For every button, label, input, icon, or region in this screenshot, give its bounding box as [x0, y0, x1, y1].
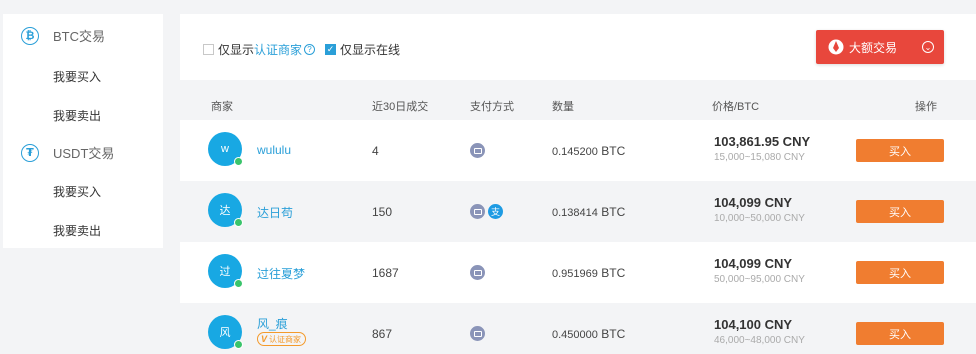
merchant-name[interactable]: 达日苟: [257, 204, 293, 221]
quantity-value: 0.138414: [552, 207, 598, 219]
price: 104,099 CNY: [714, 256, 793, 271]
sidebar-group-label: USDT交易: [53, 146, 115, 161]
avatar-initial: 风: [219, 327, 231, 339]
price: 103,861.95 CNY: [714, 134, 811, 149]
header-action: 操作: [915, 101, 937, 113]
buy-button[interactable]: 买入: [856, 261, 944, 284]
payment-methods: [470, 143, 485, 158]
big-trade-label: 大额交易: [849, 40, 898, 55]
sidebar: ₿ BTC交易 我要买入 我要卖出 ₮ USDT交易 我要买入 我要卖出: [3, 14, 163, 248]
sidebar-item-usdt-sell[interactable]: 我要卖出: [53, 222, 101, 239]
quantity: 0.951969 BTC: [552, 266, 625, 280]
online-filter-label: 仅显示在线: [340, 43, 401, 57]
table-row: 达 达日苟 150 支 0.138414 BTC 104,099 CNY 10,…: [180, 181, 976, 242]
table-row: 过 过往夏梦 1687 0.951969 BTC 104,099 CNY 50,…: [180, 242, 976, 303]
header-quantity: 数量: [552, 101, 574, 113]
bank-card-icon: [470, 326, 485, 341]
online-status-icon: [234, 157, 243, 166]
merchant-name[interactable]: wululu: [257, 143, 291, 157]
quantity-unit: BTC: [601, 266, 626, 280]
payment-methods: [470, 265, 485, 280]
quantity-value: 0.450000: [552, 329, 598, 341]
online-checkbox[interactable]: ✓: [325, 44, 336, 55]
header-price: 价格/BTC: [712, 101, 760, 113]
volume-30d: 4: [372, 144, 379, 158]
quantity-unit: BTC: [601, 205, 626, 219]
quantity-unit: BTC: [601, 144, 626, 158]
quantity-value: 0.145200: [552, 146, 598, 158]
quantity-unit: BTC: [601, 327, 626, 341]
table-row: 风 风_痕 V 认证商家 867 0.450000 BTC 104,100 CN…: [180, 303, 976, 354]
price: 104,099 CNY: [714, 195, 793, 210]
bank-card-icon: [470, 265, 485, 280]
avatar[interactable]: 达: [208, 193, 243, 227]
header-payment: 支付方式: [470, 101, 514, 113]
header-volume: 近30日成交: [372, 101, 429, 113]
verified-filter-prefix: 仅显示: [218, 43, 255, 57]
buy-button[interactable]: 买入: [856, 200, 944, 223]
limit-range: 50,000~95,000 CNY: [714, 274, 805, 285]
online-status-icon: [234, 218, 243, 227]
limit-range: 10,000~50,000 CNY: [714, 213, 805, 224]
chevron-down-icon: ⌄: [922, 41, 934, 53]
merchant-name[interactable]: 过往夏梦: [257, 265, 305, 282]
bitcoin-icon: ₿: [21, 26, 39, 45]
sidebar-group-usdt[interactable]: ₮ USDT交易: [21, 143, 114, 162]
buy-button[interactable]: 买入: [856, 139, 944, 162]
tether-icon: ₮: [21, 143, 39, 162]
avatar[interactable]: 风: [208, 315, 243, 349]
volume-30d: 867: [372, 327, 393, 341]
verified-merchant-badge: V 认证商家: [257, 332, 307, 346]
header-merchant: 商家: [211, 101, 233, 113]
quantity: 0.138414 BTC: [552, 205, 625, 219]
big-trade-button[interactable]: 大额交易 ⌄: [816, 30, 944, 64]
table-row: w wululu 4 0.145200 BTC 103,861.95 CNY 1…: [180, 120, 976, 181]
sidebar-item-usdt-buy[interactable]: 我要买入: [53, 183, 101, 200]
verified-checkbox[interactable]: [203, 44, 214, 55]
alipay-icon: 支: [488, 204, 503, 219]
help-icon[interactable]: ?: [304, 44, 316, 55]
online-status-icon: [234, 279, 243, 288]
verified-filter: 仅显示 认证商家 ?: [203, 41, 316, 58]
payment-methods: [470, 326, 485, 341]
avatar[interactable]: 过: [208, 254, 243, 288]
quantity: 0.450000 BTC: [552, 327, 625, 341]
sidebar-item-btc-buy[interactable]: 我要买入: [53, 68, 101, 85]
avatar-initial: 达: [219, 205, 231, 217]
merchant-name[interactable]: 风_痕: [257, 315, 288, 332]
limit-range: 46,000~48,000 CNY: [714, 335, 805, 346]
filter-bar: 仅显示 认证商家 ? ✓ 仅显示在线 大额交易 ⌄: [180, 14, 976, 80]
verified-merchant-link[interactable]: 认证商家: [254, 41, 302, 58]
price: 104,100 CNY: [714, 317, 793, 332]
quantity: 0.145200 BTC: [552, 144, 625, 158]
avatar-initial: w: [221, 143, 229, 155]
buy-button[interactable]: 买入: [856, 322, 944, 345]
volume-30d: 150: [372, 205, 393, 219]
sidebar-group-label: BTC交易: [53, 29, 106, 44]
sidebar-group-btc[interactable]: ₿ BTC交易: [21, 26, 105, 45]
quantity-value: 0.951969: [552, 268, 598, 280]
limit-range: 15,000~15,080 CNY: [714, 152, 805, 163]
online-status-icon: [234, 340, 243, 349]
payment-methods: 支: [470, 204, 503, 219]
online-filter: ✓ 仅显示在线: [325, 41, 400, 58]
big-trade-logo-icon: [828, 39, 844, 55]
verified-v-icon: V: [261, 334, 268, 344]
avatar[interactable]: w: [208, 132, 243, 166]
bank-card-icon: [470, 143, 485, 158]
bank-card-icon: [470, 204, 485, 219]
verified-badge-label: 认证商家: [269, 334, 302, 344]
avatar-initial: 过: [219, 266, 231, 278]
sidebar-item-btc-sell[interactable]: 我要卖出: [53, 107, 101, 124]
volume-30d: 1687: [372, 266, 399, 280]
